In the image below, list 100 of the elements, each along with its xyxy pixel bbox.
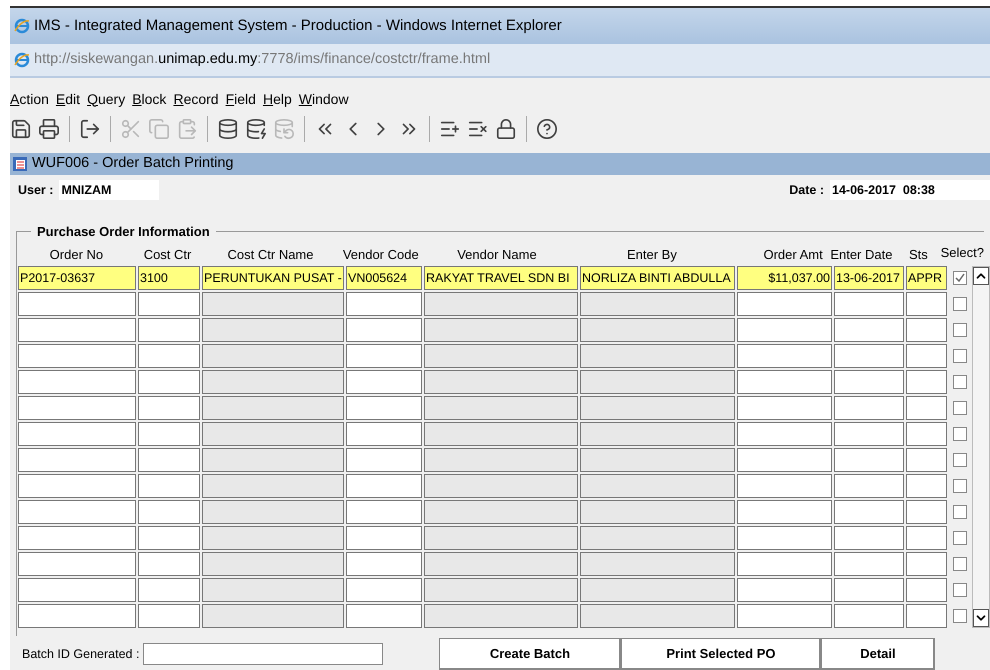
table-cell[interactable]	[424, 370, 578, 394]
table-cell[interactable]	[906, 526, 947, 550]
table-cell[interactable]: APPR	[906, 266, 947, 290]
table-cell[interactable]	[202, 292, 344, 316]
table-cell[interactable]	[18, 422, 136, 446]
lock-icon[interactable]	[495, 118, 517, 140]
menu-item[interactable]: Edit	[56, 88, 80, 110]
table-cell[interactable]	[834, 448, 904, 472]
batch-id-field[interactable]	[143, 643, 384, 665]
table-cell[interactable]	[424, 396, 578, 420]
table-cell[interactable]	[737, 396, 832, 420]
table-cell[interactable]	[737, 344, 832, 368]
table-cell[interactable]	[202, 552, 344, 576]
table-cell[interactable]	[906, 578, 947, 602]
database-icon[interactable]	[245, 118, 267, 140]
table-cell[interactable]	[202, 526, 344, 550]
table-cell[interactable]	[737, 370, 832, 394]
table-cell[interactable]	[346, 526, 422, 550]
table-cell[interactable]	[580, 292, 735, 316]
menu-item[interactable]: Block	[132, 88, 166, 110]
vertical-scrollbar[interactable]	[972, 266, 990, 628]
select-checkbox[interactable]	[953, 609, 967, 623]
table-cell[interactable]	[906, 422, 947, 446]
table-cell[interactable]	[202, 396, 344, 420]
table-cell[interactable]	[580, 422, 735, 446]
table-cell[interactable]	[138, 448, 200, 472]
table-cell[interactable]	[906, 344, 947, 368]
action-button[interactable]: Detail	[821, 638, 936, 670]
table-cell[interactable]	[424, 422, 578, 446]
table-cell[interactable]: $11,037.00	[737, 266, 832, 290]
menu-item[interactable]: Window	[298, 88, 349, 110]
select-checkbox[interactable]	[953, 323, 967, 337]
table-cell[interactable]	[906, 474, 947, 498]
table-cell[interactable]	[346, 448, 422, 472]
table-cell[interactable]	[737, 474, 832, 498]
table-cell[interactable]	[424, 552, 578, 576]
table-cell[interactable]	[737, 422, 832, 446]
table-cell[interactable]	[138, 370, 200, 394]
menu-item[interactable]: Action	[10, 88, 49, 110]
table-cell[interactable]	[580, 578, 735, 602]
table-cell[interactable]	[424, 292, 578, 316]
table-cell[interactable]	[834, 500, 904, 524]
table-cell[interactable]	[346, 552, 422, 576]
select-checkbox[interactable]	[953, 297, 967, 311]
table-cell[interactable]	[202, 448, 344, 472]
table-cell[interactable]	[18, 578, 136, 602]
table-cell[interactable]	[906, 500, 947, 524]
table-cell[interactable]	[138, 344, 200, 368]
table-cell[interactable]	[138, 604, 200, 628]
table-cell[interactable]	[346, 344, 422, 368]
table-cell[interactable]	[580, 344, 735, 368]
table-cell[interactable]	[737, 604, 832, 628]
table-cell[interactable]	[834, 604, 904, 628]
table-cell[interactable]	[424, 344, 578, 368]
table-cell[interactable]	[18, 500, 136, 524]
save-icon[interactable]	[10, 118, 32, 140]
table-cell[interactable]	[834, 370, 904, 394]
table-cell[interactable]	[834, 396, 904, 420]
printer-icon[interactable]	[38, 118, 60, 140]
table-cell[interactable]	[202, 474, 344, 498]
table-cell[interactable]	[346, 318, 422, 342]
select-checkbox[interactable]	[953, 375, 967, 389]
table-cell[interactable]	[18, 552, 136, 576]
table-cell[interactable]	[346, 370, 422, 394]
select-checkbox[interactable]	[953, 271, 967, 285]
table-cell[interactable]	[424, 526, 578, 550]
table-cell[interactable]	[906, 552, 947, 576]
table-cell[interactable]	[138, 578, 200, 602]
table-cell[interactable]	[580, 474, 735, 498]
table-cell[interactable]	[202, 344, 344, 368]
table-cell[interactable]: PERUNTUKAN PUSAT -	[202, 266, 344, 290]
table-cell[interactable]: NORLIZA BINTI ABDULLA	[580, 266, 735, 290]
table-cell[interactable]	[906, 292, 947, 316]
table-cell[interactable]: P2017-03637	[18, 266, 136, 290]
select-checkbox[interactable]	[953, 531, 967, 545]
table-cell[interactable]: 13-06-2017	[834, 266, 904, 290]
table-cell[interactable]	[834, 292, 904, 316]
menu-item[interactable]: Query	[87, 88, 126, 110]
select-checkbox[interactable]	[953, 505, 967, 519]
table-cell[interactable]	[424, 578, 578, 602]
select-checkbox[interactable]	[953, 427, 967, 441]
table-cell[interactable]	[580, 318, 735, 342]
table-cell[interactable]	[834, 422, 904, 446]
table-cell[interactable]: 3100	[138, 266, 200, 290]
table-cell[interactable]	[737, 500, 832, 524]
table-cell[interactable]	[580, 370, 735, 394]
table-cell[interactable]	[138, 396, 200, 420]
select-checkbox[interactable]	[953, 583, 967, 597]
table-cell[interactable]	[346, 578, 422, 602]
table-cell[interactable]	[580, 448, 735, 472]
table-cell[interactable]	[138, 292, 200, 316]
table-cell[interactable]	[18, 448, 136, 472]
table-cell[interactable]	[906, 396, 947, 420]
table-cell[interactable]	[202, 500, 344, 524]
table-cell[interactable]	[906, 448, 947, 472]
menu-item[interactable]: Help	[262, 88, 292, 110]
menu-item[interactable]: Field	[226, 88, 256, 110]
menu-item[interactable]: Record	[173, 88, 219, 110]
table-cell[interactable]	[737, 578, 832, 602]
table-cell[interactable]	[346, 422, 422, 446]
